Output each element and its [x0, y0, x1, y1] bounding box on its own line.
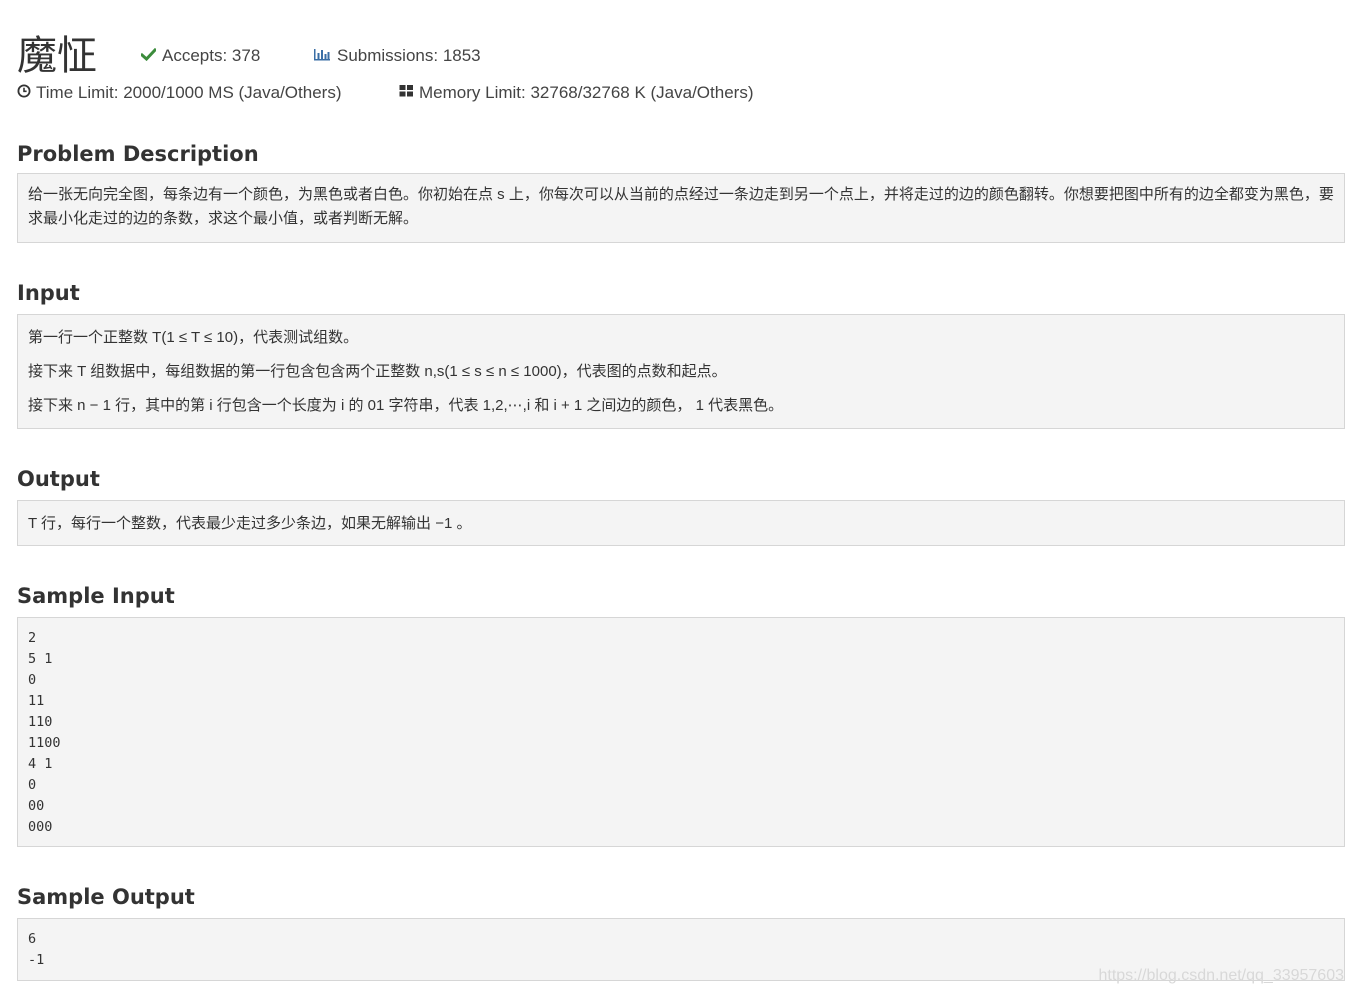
sample-input-code: 2 5 1 0 11 110 1100 4 1 0 00 000 [28, 630, 61, 835]
memory-limit-label: Memory Limit: 32768/32768 K (Java/Others… [419, 83, 754, 102]
sample-input-heading: Sample Input [17, 584, 175, 608]
input-panel: 第一行一个正整数 T(1 ≤ T ≤ 10)，代表测试组数。 接下来 T 组数据… [17, 314, 1345, 429]
output-heading: Output [17, 467, 100, 491]
grid-icon [399, 83, 414, 103]
output-panel: T 行，每行一个整数，代表最少走过多少条边，如果无解输出 −1 。 [17, 500, 1345, 546]
input-heading: Input [17, 281, 80, 305]
sample-input-panel: 2 5 1 0 11 110 1100 4 1 0 00 000 [17, 617, 1345, 847]
submissions-label: Submissions: 1853 [337, 46, 481, 65]
time-limit: Time Limit: 2000/1000 MS (Java/Others) [17, 83, 342, 103]
problem-header: 魔怔 [17, 18, 97, 76]
description-heading: Problem Description [17, 142, 259, 166]
accepts-stat: Accepts: 378 [139, 46, 261, 66]
time-limit-label: Time Limit: 2000/1000 MS (Java/Others) [36, 83, 342, 102]
check-icon [139, 46, 158, 66]
input-line: 接下来 n − 1 行，其中的第 i 行包含一个长度为 i 的 01 字符串，代… [28, 397, 784, 414]
bar-chart-icon [313, 46, 331, 66]
accepts-label: Accepts: 378 [162, 46, 261, 65]
clock-icon [17, 83, 31, 103]
input-line: 第一行一个正整数 T(1 ≤ T ≤ 10)，代表测试组数。 [28, 329, 359, 346]
memory-limit: Memory Limit: 32768/32768 K (Java/Others… [399, 83, 753, 103]
problem-title: 魔怔 [17, 33, 97, 79]
sample-output-heading: Sample Output [17, 885, 195, 909]
input-line: 接下来 T 组数据中，每组数据的第一行包含包含两个正整数 n,s(1 ≤ s ≤… [28, 363, 727, 380]
output-text: T 行，每行一个整数，代表最少走过多少条边，如果无解输出 −1 。 [28, 515, 472, 532]
description-text: 给一张无向完全图，每条边有一个颜色，为黑色或者白色。你初始在点 s 上，你每次可… [28, 186, 1334, 227]
watermark: https://blog.csdn.net/qq_33957603 [1098, 967, 1344, 984]
submissions-stat: Submissions: 1853 [313, 46, 481, 66]
description-panel: 给一张无向完全图，每条边有一个颜色，为黑色或者白色。你初始在点 s 上，你每次可… [17, 173, 1345, 243]
